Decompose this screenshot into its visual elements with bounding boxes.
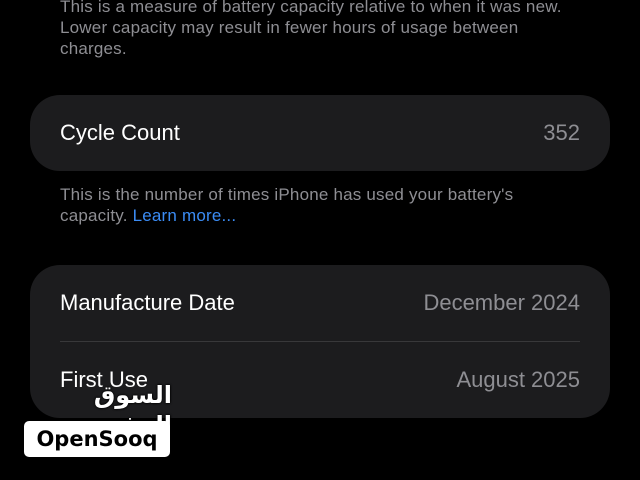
cycle-count-card: Cycle Count 352 bbox=[30, 95, 610, 171]
battery-health-screen: This is a measure of battery capacity re… bbox=[0, 0, 640, 480]
first-use-value: August 2025 bbox=[456, 367, 580, 392]
opensooq-watermark: السوق المفتوح OpenSooq bbox=[22, 380, 172, 458]
cycle-footnote: This is the number of times iPhone has u… bbox=[60, 184, 580, 226]
capacity-footnote: This is a measure of battery capacity re… bbox=[60, 0, 562, 58]
cycle-count-value: 352 bbox=[543, 120, 580, 145]
cycle-footnote-text: This is the number of times iPhone has u… bbox=[60, 185, 514, 225]
manufacture-date-label: Manufacture Date bbox=[60, 290, 235, 315]
cycle-count-row: Cycle Count 352 bbox=[60, 95, 580, 171]
cycle-count-label: Cycle Count bbox=[60, 120, 180, 145]
manufacture-date-row: Manufacture Date December 2024 bbox=[60, 265, 580, 341]
learn-more-link[interactable]: Learn more... bbox=[133, 206, 237, 225]
watermark-brand-badge: OpenSooq bbox=[24, 421, 170, 457]
manufacture-date-value: December 2024 bbox=[423, 290, 580, 315]
